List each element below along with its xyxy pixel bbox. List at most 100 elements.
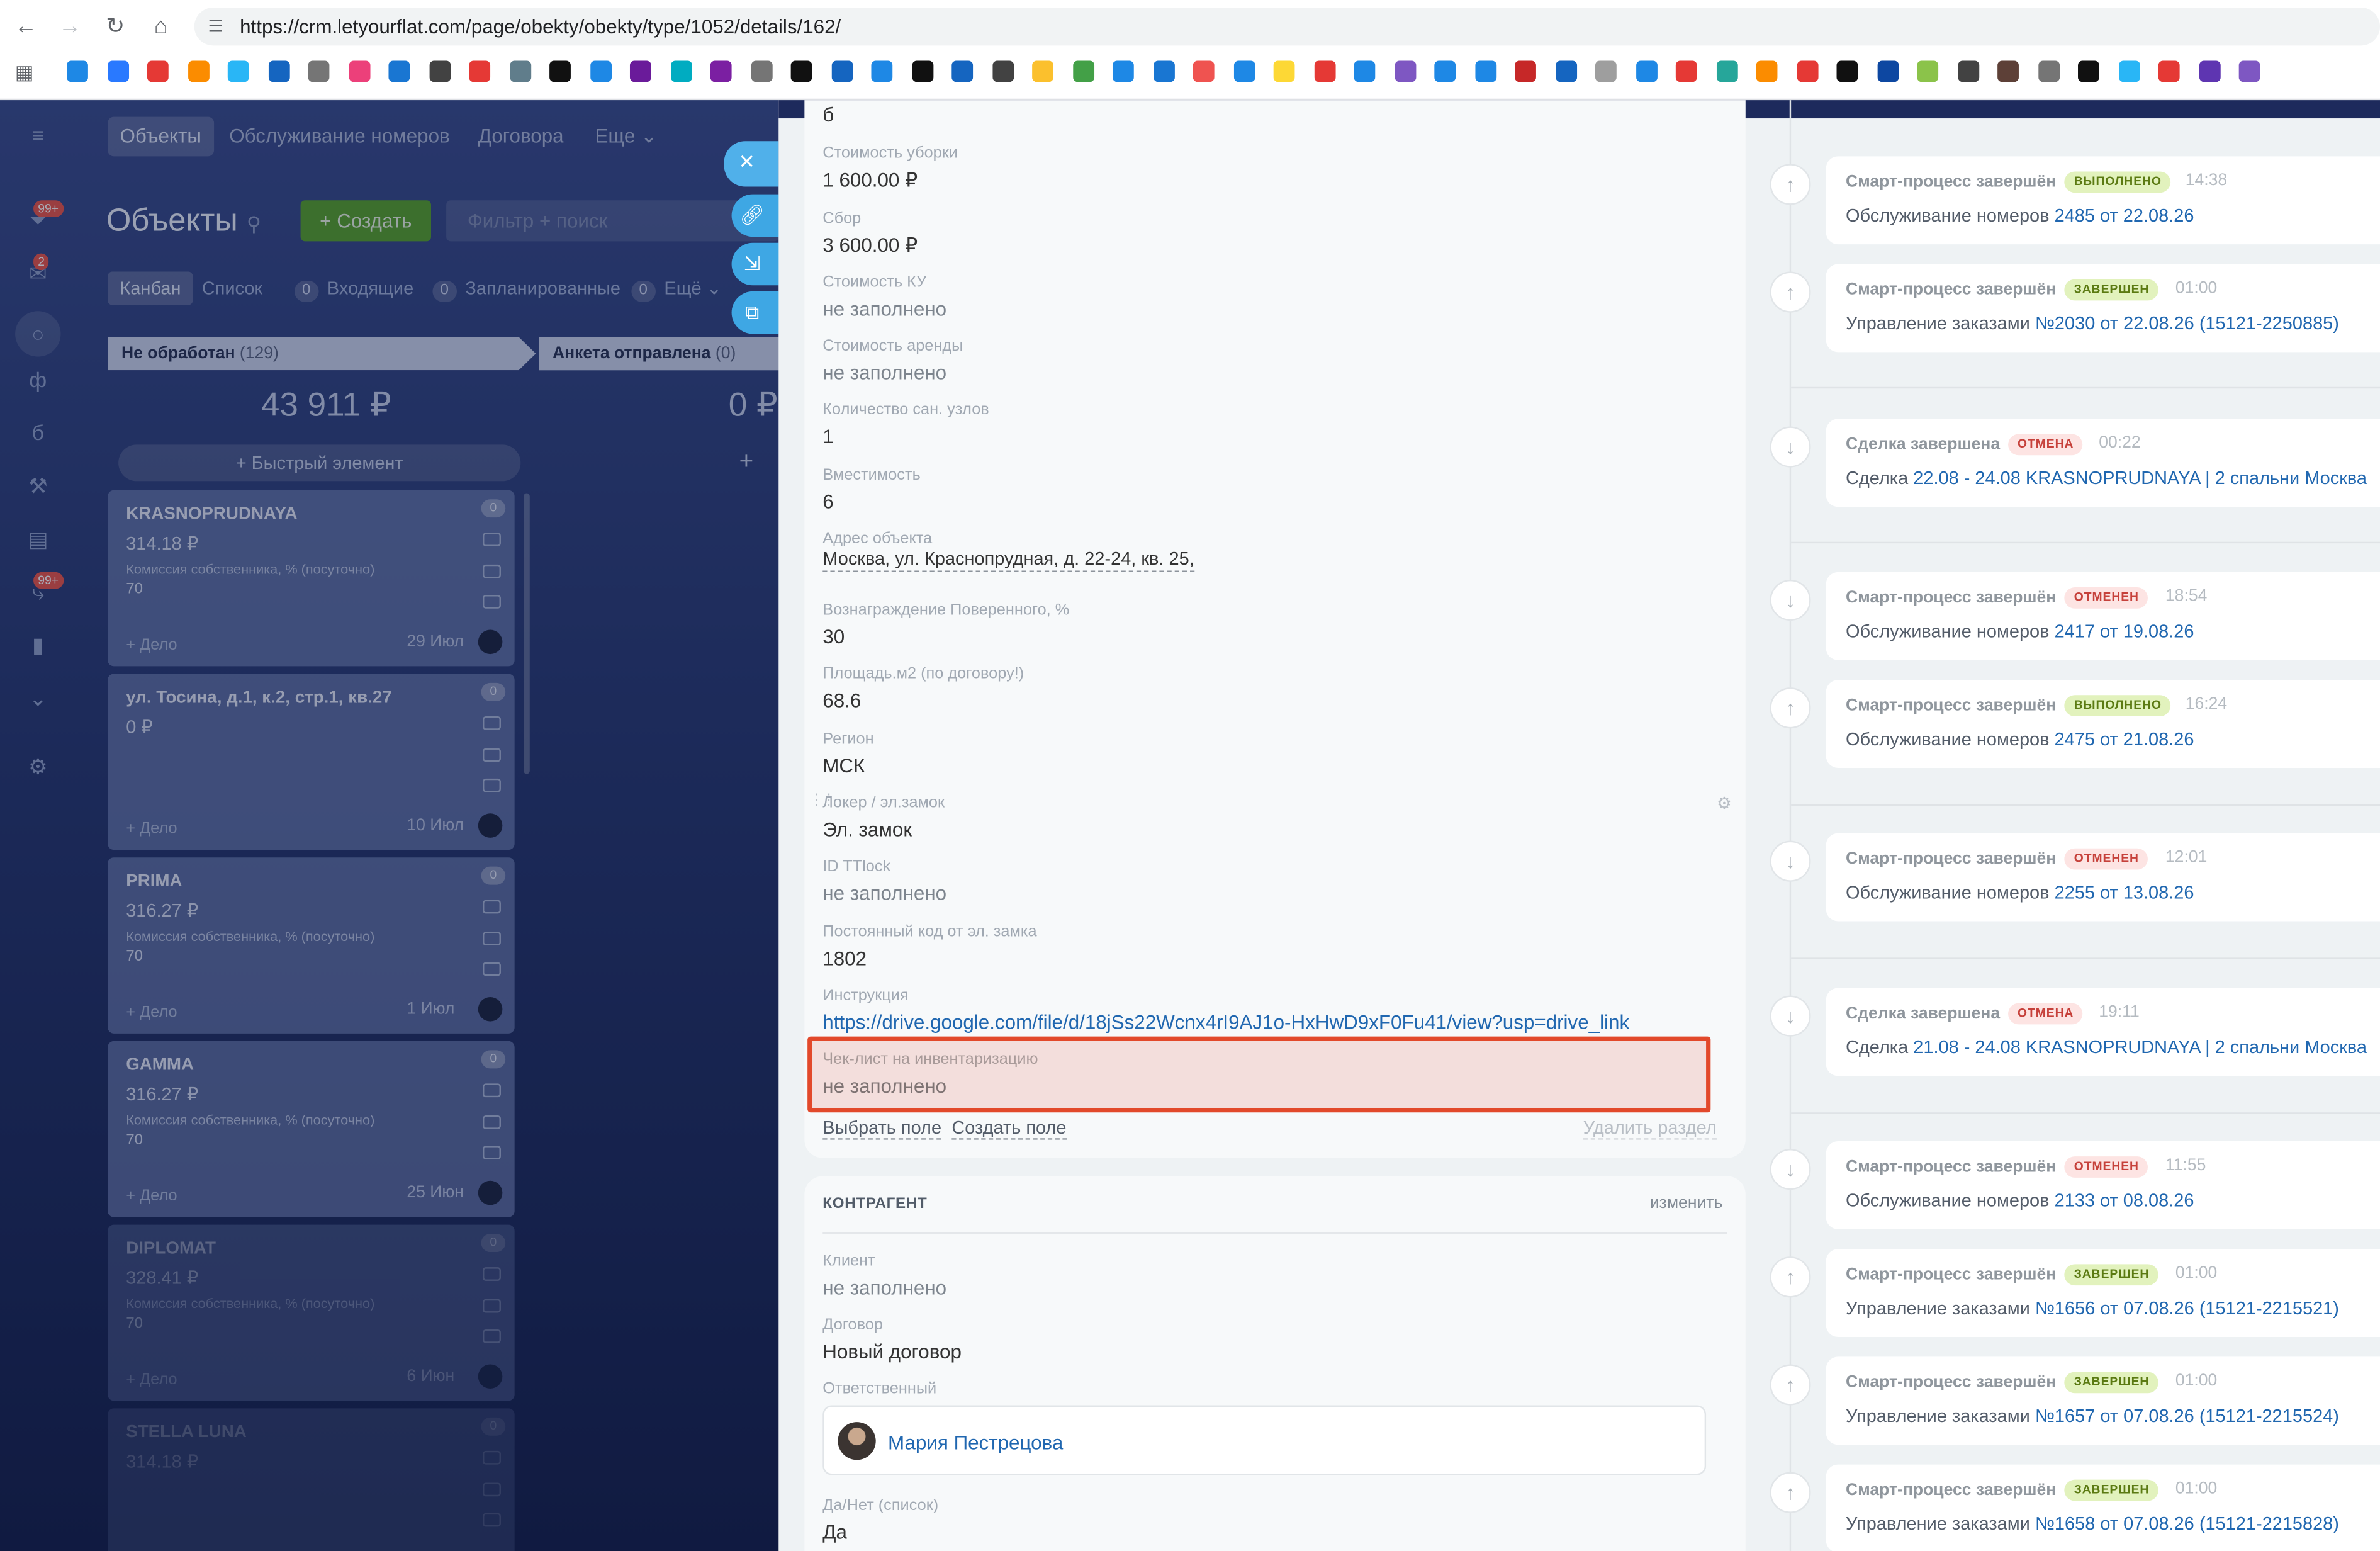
bookmark-icon[interactable] [590,60,611,82]
bookmark-icon[interactable] [2158,60,2180,82]
bookmark-icon[interactable] [1635,60,1657,82]
bookmark-icon[interactable] [67,60,88,82]
bookmark-icon[interactable] [710,60,732,82]
bookmark-icon[interactable] [1555,60,1576,82]
yesno-value[interactable]: Да [822,1521,847,1543]
field-value[interactable]: МСК [822,754,865,777]
open-new-window-button[interactable]: ⧉ [731,291,782,334]
bookmark-icon[interactable] [267,60,289,82]
timeline-link[interactable]: 21.08 - 24.08 KRASNOPRUDNAYA | 2 спальни… [1913,1037,2367,1058]
forward-icon[interactable]: → [55,12,85,42]
timeline-link[interactable]: №1656 от 07.08.26 (15121-2215521) [2035,1297,2339,1319]
bookmark-icon[interactable] [1273,60,1295,82]
bookmark-icon[interactable] [1394,60,1416,82]
responsible-name[interactable]: Мария Пестрецова [888,1431,1063,1454]
timeline-link[interactable]: №2030 от 22.08.26 (15121-2250885) [2035,313,2339,334]
timeline-link[interactable]: 2255 от 13.08.26 [2055,882,2194,903]
field-value[interactable]: не заполнено [822,882,946,905]
bookmark-icon[interactable] [2078,60,2099,82]
field-value[interactable]: 3 600.00 ₽ [822,234,918,258]
timeline-link[interactable]: 22.08 - 24.08 KRASNOPRUDNAYA | 2 спальни… [1913,468,2367,489]
bookmark-icon[interactable] [227,60,249,82]
bookmark-icon[interactable] [509,60,530,82]
bookmark-icon[interactable] [1756,60,1778,82]
change-link[interactable]: изменить [1650,1194,1722,1212]
reload-icon[interactable]: ↻ [100,12,130,42]
bookmark-icon[interactable] [1917,60,1939,82]
bookmark-icon[interactable] [1112,60,1134,82]
bookmark-icon[interactable] [469,60,491,82]
bookmark-icon[interactable] [629,60,651,82]
timeline-link[interactable]: №1657 от 07.08.26 (15121-2215524) [2035,1406,2339,1427]
bookmark-icon[interactable] [1434,60,1456,82]
bookmark-icon[interactable] [1152,60,1174,82]
field-value[interactable]: не заполнено [822,361,946,384]
client-value[interactable]: не заполнено [822,1277,946,1299]
bookmark-icon[interactable] [2238,60,2260,82]
bookmark-icon[interactable] [107,60,128,82]
bookmark-icon[interactable] [911,60,933,82]
timeline-link[interactable]: 2417 от 19.08.26 [2055,621,2194,642]
field-value[interactable]: 1 600.00 ₽ [822,169,918,193]
bookmark-icon[interactable] [348,60,370,82]
field-value[interactable]: 1802 [822,947,867,969]
bookmark-icon[interactable] [187,60,209,82]
bookmark-icon[interactable] [1715,60,1737,82]
bookmark-icon[interactable] [1515,60,1536,82]
bookmark-icon[interactable] [388,60,410,82]
field-value[interactable]: Москва, ул. Краснопрудная, д. 22-24, кв.… [822,548,1194,572]
back-icon[interactable]: ← [11,12,41,42]
bookmark-icon[interactable] [1877,60,1899,82]
bookmark-icon[interactable] [1836,60,1858,82]
bookmark-icon[interactable] [790,60,812,82]
bookmark-icon[interactable] [951,60,974,82]
close-slider-button[interactable]: ✕ [724,141,779,187]
responsible-box[interactable]: Мария Пестрецова [822,1405,1707,1475]
timeline-link[interactable]: 2475 от 21.08.26 [2055,728,2194,750]
bookmark-icon[interactable] [1193,60,1215,82]
contract-value[interactable]: Новый договор [822,1340,962,1363]
apps-icon[interactable]: ▦ [9,58,39,88]
select-field-link[interactable]: Выбрать поле [822,1117,942,1140]
bookmark-icon[interactable] [429,60,451,82]
field-value[interactable]: не заполнено [822,1074,946,1097]
bookmark-icon[interactable] [1474,60,1496,82]
drag-handle-icon[interactable]: ⋮⋮ [809,792,836,809]
bookmark-icon[interactable] [992,60,1014,82]
bookmark-icon[interactable] [2038,60,2059,82]
site-info-icon[interactable]: ☰ [208,17,223,37]
bookmark-icon[interactable] [831,60,853,82]
bookmark-icon[interactable] [750,60,772,82]
timeline-link[interactable]: 2485 от 22.08.26 [2055,205,2194,226]
create-field-link[interactable]: Создать поле [951,1117,1067,1140]
bookmark-icon[interactable] [549,60,571,82]
bookmark-icon[interactable] [1072,60,1094,82]
bookmark-icon[interactable] [1796,60,1818,82]
field-value[interactable]: 1 [822,425,833,448]
address-bar[interactable]: ☰ https://crm.letyourflat.com/page/obekt… [194,8,2380,46]
bookmark-icon[interactable] [1233,60,1255,82]
instruction-link[interactable]: https://drive.google.com/file/d/18jSs22W… [822,1011,1629,1034]
home-icon[interactable]: ⌂ [146,12,176,42]
bookmark-icon[interactable] [2118,60,2140,82]
bookmark-icon[interactable] [1354,60,1376,82]
minimize-button[interactable]: ⇲ [731,242,782,286]
field-value[interactable]: не заполнено [822,298,946,320]
bookmark-icon[interactable] [670,60,692,82]
bookmark-icon[interactable] [1313,60,1335,82]
delete-section-link[interactable]: Удалить раздел [1583,1117,1717,1140]
copy-link-button[interactable]: 🔗︎ [731,194,782,237]
bookmark-icon[interactable] [1675,60,1697,82]
bookmark-icon[interactable] [1595,60,1617,82]
bookmark-icon[interactable] [1957,60,1979,82]
bookmark-icon[interactable] [1032,60,1053,82]
bookmark-icon[interactable] [308,60,330,82]
timeline-link[interactable]: №1658 от 07.08.26 (15121-2215828) [2035,1513,2339,1535]
bookmark-icon[interactable] [2198,60,2220,82]
field-value[interactable]: 30 [822,625,845,648]
bookmark-icon[interactable] [871,60,893,82]
bookmark-icon[interactable] [1997,60,2019,82]
field-value[interactable]: 6 [822,490,833,513]
bookmark-icon[interactable] [147,60,169,82]
timeline-link[interactable]: 2133 от 08.08.26 [2055,1190,2194,1211]
